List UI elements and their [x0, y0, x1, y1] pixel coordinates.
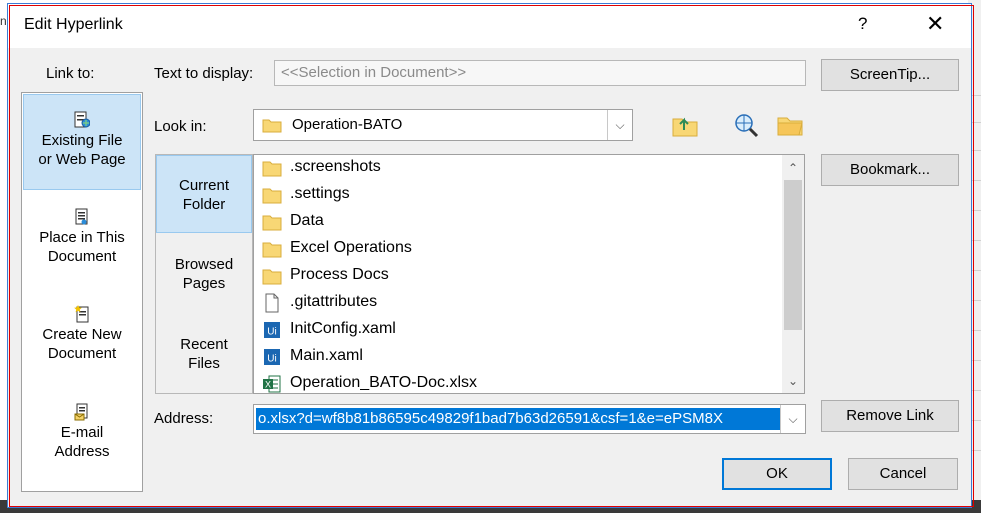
nav-current-folder-line2: Folder	[182, 196, 226, 213]
file-name: .screenshots	[290, 158, 381, 175]
help-button[interactable]: ?	[858, 14, 867, 34]
file-name: Data	[290, 212, 324, 229]
remove-link-button[interactable]: Remove Link	[821, 400, 959, 432]
file-name: .settings	[290, 185, 350, 202]
link-to-panel: Existing File or Web Page Place in This …	[21, 92, 143, 492]
file-name: Excel Operations	[290, 239, 412, 256]
file-icon	[262, 293, 282, 313]
browse-file-icon[interactable]	[775, 110, 805, 140]
file-name: InitConfig.xaml	[290, 320, 396, 337]
place-in-document-line2: Document	[47, 248, 117, 265]
text-to-display-label: Text to display:	[154, 65, 254, 82]
nav-current-folder[interactable]: Current Folder	[156, 155, 252, 233]
link-to-email-address[interactable]: E-mail Address	[23, 403, 141, 473]
create-new-document-line2: Document	[47, 345, 117, 362]
link-to-create-new-document[interactable]: Create New Document	[23, 305, 141, 375]
folder-icon	[262, 266, 282, 286]
folder-icon	[262, 119, 282, 133]
excel-file-icon: X	[262, 374, 282, 393]
email-address-icon	[74, 403, 88, 421]
edit-hyperlink-dialog: Edit Hyperlink ? ✕ Link to: Existing Fil…	[7, 3, 972, 508]
svg-text:X: X	[265, 380, 271, 390]
text-to-display-value: <<Selection in Document>>	[281, 64, 467, 81]
scroll-thumb[interactable]	[784, 180, 802, 330]
nav-browsed-pages-line2: Pages	[182, 275, 226, 292]
screentip-button[interactable]: ScreenTip...	[821, 59, 959, 91]
create-new-document-line1: Create New	[42, 326, 122, 343]
folder-icon	[262, 158, 282, 178]
nav-recent-files[interactable]: Recent Files	[156, 335, 252, 375]
nav-recent-files-line1: Recent	[180, 336, 228, 353]
address-field[interactable]: o.xlsx?d=wf8b81b86595c49829f1bad7b63d265…	[253, 404, 806, 434]
create-new-document-icon	[74, 305, 89, 323]
nav-browsed-pages[interactable]: Browsed Pages	[156, 255, 252, 295]
file-name: Main.xaml	[290, 347, 363, 364]
nav-current-folder-line1: Current	[178, 177, 230, 194]
cancel-button[interactable]: Cancel	[848, 458, 958, 490]
existing-file-icon	[74, 111, 90, 128]
file-list-scrollbar[interactable]: ⌃ ⌄	[782, 155, 804, 393]
nav-recent-files-line2: Files	[188, 355, 220, 372]
look-in-label: Look in:	[154, 118, 207, 135]
folder-icon	[262, 239, 282, 259]
file-name: .gitattributes	[290, 293, 378, 310]
address-label: Address:	[154, 410, 214, 427]
folder-icon	[262, 212, 282, 232]
look-in-value: Operation-BATO	[292, 116, 403, 133]
scroll-down-icon[interactable]: ⌄	[782, 370, 804, 392]
file-name: Operation_BATO-Doc.xlsx	[290, 374, 478, 391]
browse-web-icon[interactable]	[731, 110, 761, 140]
dialog-title: Edit Hyperlink	[24, 16, 123, 33]
file-name: Process Docs	[290, 266, 389, 283]
text-to-display-field[interactable]: <<Selection in Document>>	[274, 60, 806, 86]
place-in-document-icon	[75, 208, 88, 225]
nav-browsed-pages-line1: Browsed	[174, 256, 234, 273]
folder-icon	[262, 185, 282, 205]
svg-text:Ui: Ui	[267, 327, 276, 338]
link-to-place-in-document[interactable]: Place in This Document	[23, 208, 141, 278]
browse-nav-panel: Current Folder Browsed Pages Recent File…	[155, 154, 253, 394]
scroll-up-icon[interactable]: ⌃	[782, 157, 804, 179]
svg-text:Ui: Ui	[267, 354, 276, 365]
uipath-file-icon: Ui	[262, 320, 282, 340]
chevron-down-icon[interactable]: ⌵	[607, 110, 632, 140]
email-address-line2: Address	[54, 443, 110, 460]
email-address-line1: E-mail	[60, 424, 104, 441]
link-to-existing-file[interactable]: Existing File or Web Page	[23, 94, 141, 190]
address-value: o.xlsx?d=wf8b81b86595c49829f1bad7b63d265…	[256, 408, 780, 430]
close-button[interactable]: ✕	[926, 10, 944, 38]
existing-file-line1: Existing File	[41, 132, 123, 149]
place-in-document-line1: Place in This	[39, 229, 125, 246]
uipath-file-icon: Ui	[262, 347, 282, 367]
link-to-label: Link to:	[46, 65, 95, 82]
look-in-select[interactable]: Operation-BATO ⌵	[253, 109, 633, 141]
ok-button[interactable]: OK	[722, 458, 832, 490]
up-one-folder-icon[interactable]	[670, 110, 700, 140]
file-list[interactable]: .screenshots .settings Data Excel Operation…	[253, 154, 805, 394]
bookmark-button[interactable]: Bookmark...	[821, 154, 959, 186]
title-bar: Edit Hyperlink ? ✕	[8, 4, 971, 48]
existing-file-line2: or Web Page	[38, 151, 126, 168]
address-chevron-down-icon[interactable]: ⌵	[780, 405, 805, 433]
